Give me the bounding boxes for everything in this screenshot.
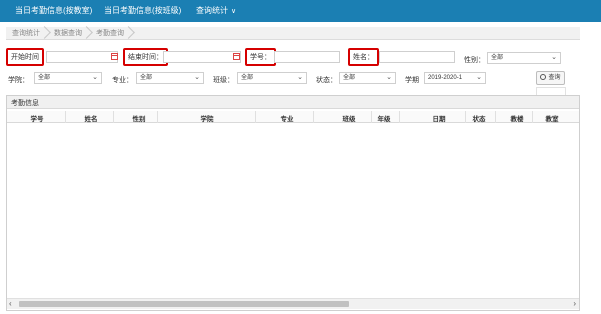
major-label: 专业： [112,77,133,84]
chevron-down-icon: ⌄ [386,74,392,81]
name-input[interactable] [379,51,455,63]
column-header-date[interactable]: 日期 [427,113,451,123]
column-header-college[interactable]: 学院 [195,113,219,123]
breadcrumb-attendance-query[interactable]: 考勤查询 [90,27,132,40]
gender-label: 性别： [464,57,485,64]
query-button[interactable]: 查询 [536,71,565,85]
scroll-left-icon[interactable]: ‹ [9,299,12,308]
student-id-label: 学号： [245,48,276,66]
table-header: 学号 姓名 性别 学院 专业 班级 年级 日期 状态 教楼 教室 [7,111,579,123]
column-header-status[interactable]: 状态 [467,113,491,123]
search-icon [540,74,547,80]
column-header-name[interactable]: 姓名 [79,113,103,123]
chevron-down-icon: ⌄ [92,74,98,81]
breadcrumb-query-statistics[interactable]: 查询统计 [6,27,48,40]
major-select-value: 全部 [140,75,153,81]
column-header-class[interactable]: 班级 [337,113,361,123]
breadcrumb: 查询统计 数据查询 考勤查询 [6,27,580,40]
horizontal-scrollbar[interactable]: ‹ › [7,298,579,309]
chevron-down-icon: ∨ [231,8,237,15]
nav-item-attendance-by-classroom[interactable]: 当日考勤信息(按教室) [15,5,92,16]
semester-select[interactable]: 2019-2020-1 ⌄ [424,72,486,84]
name-label: 姓名： [348,48,379,66]
nav-item-query-statistics[interactable]: 查询统计 ∨ [196,5,236,16]
column-header-grade[interactable]: 年级 [372,113,396,123]
class-select[interactable]: 全部 ⌄ [237,72,307,84]
column-header-gender[interactable]: 性别 [127,113,151,123]
end-time-label: 结束时间： [123,48,168,66]
chevron-down-icon: ⌄ [194,74,200,81]
attendance-panel: 考勤信息 学号 姓名 性别 学院 专业 班级 年级 日期 状态 教楼 教室 ‹ … [6,95,580,311]
nav-item-query-statistics-label: 查询统计 [196,6,228,15]
calendar-icon[interactable] [111,53,118,60]
semester-label: 学期 [405,77,419,84]
college-select-value: 全部 [38,75,51,81]
student-id-input[interactable] [274,51,340,63]
end-time-input[interactable] [163,51,241,63]
start-time-input[interactable] [46,51,118,63]
chevron-down-icon: ⌄ [551,54,557,61]
scroll-right-icon[interactable]: › [573,299,576,308]
nav-item-attendance-by-class[interactable]: 当日考勤信息(按班级) [104,5,181,16]
college-select[interactable]: 全部 ⌄ [34,72,102,84]
gender-select-value: 全部 [491,55,504,61]
column-header-classroom[interactable]: 教室 [540,113,564,123]
status-select-value: 全部 [343,75,356,81]
query-button-label: 查询 [548,75,561,81]
panel-title: 考勤信息 [11,100,39,107]
college-label: 学院： [8,77,29,84]
semester-select-value: 2019-2020-1 [428,75,463,81]
gender-select[interactable]: 全部 ⌄ [487,52,561,64]
status-label: 状态： [316,77,337,84]
chevron-down-icon: ⌄ [297,74,303,81]
class-select-value: 全部 [241,75,254,81]
column-header-major[interactable]: 专业 [275,113,299,123]
major-select[interactable]: 全部 ⌄ [136,72,204,84]
class-label: 班级： [213,77,234,84]
top-nav: 当日考勤信息(按教室) 当日考勤信息(按班级) 查询统计 ∨ [0,0,601,22]
panel-header: 考勤信息 [7,96,579,109]
calendar-icon[interactable] [233,53,240,60]
column-header-student-id[interactable]: 学号 [25,113,49,123]
chevron-down-icon: ⌄ [476,74,482,81]
column-header-building[interactable]: 教楼 [505,113,529,123]
breadcrumb-data-query[interactable]: 数据查询 [48,27,90,40]
status-select[interactable]: 全部 ⌄ [339,72,396,84]
start-time-label: 开始时间 [6,48,44,66]
scrollbar-thumb[interactable] [19,301,349,307]
